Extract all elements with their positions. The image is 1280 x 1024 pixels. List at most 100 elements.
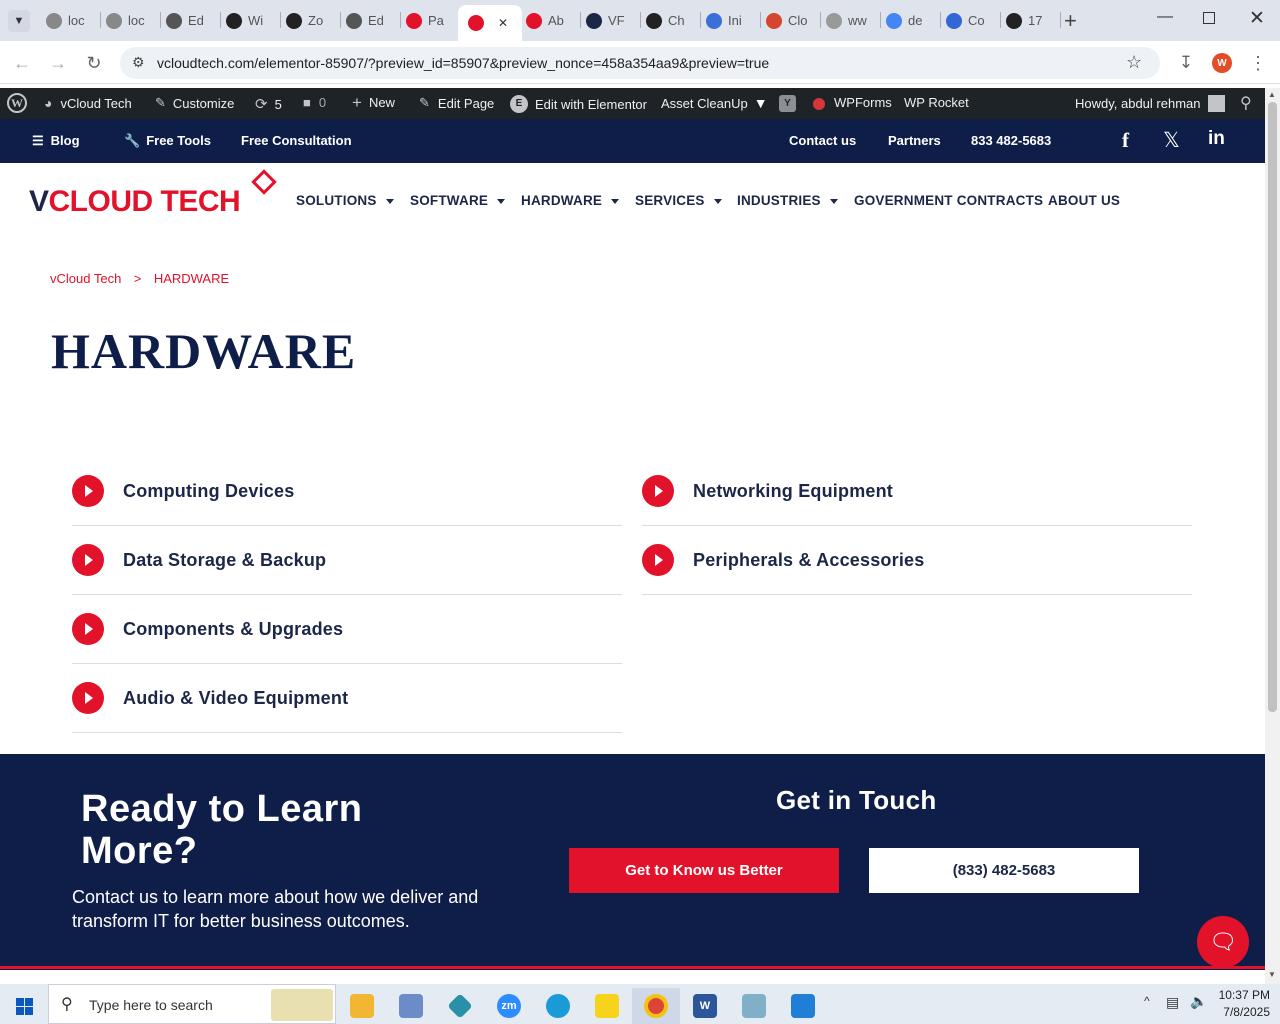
edge-icon[interactable]	[534, 988, 582, 1024]
volume-icon[interactable]: 🔈	[1190, 993, 1207, 1010]
wp-asset-cleanup-link[interactable]: Asset CleanUp ▼	[661, 95, 768, 111]
wp-account-link[interactable]: Howdy, abdul rehman	[1075, 95, 1225, 112]
category-item[interactable]: Networking Equipment	[642, 457, 1192, 526]
browser-tab[interactable]: ✕	[458, 5, 522, 41]
scroll-down-arrow-icon[interactable]: ▼	[1268, 970, 1276, 979]
more-menu-icon[interactable]: ⋮	[1244, 49, 1272, 77]
page-scrollbar[interactable]: ▲ ▼	[1265, 88, 1280, 984]
wp-new-link[interactable]: + New	[352, 93, 395, 112]
new-tab-button[interactable]: +	[1064, 8, 1077, 34]
wp-wpforms-link[interactable]: WPForms	[834, 95, 892, 110]
browser-tab[interactable]: Wi	[226, 6, 274, 35]
dashboard-icon: ◕	[44, 95, 53, 111]
browser-tab[interactable]: loc	[106, 6, 154, 35]
chat-widget-button[interactable]: 🗨	[1197, 916, 1249, 968]
scroll-up-arrow-icon[interactable]: ▲	[1268, 90, 1276, 99]
browser-tab[interactable]: Ed	[346, 6, 394, 35]
search-icon[interactable]: ⚲	[1240, 93, 1252, 113]
wp-edit-page-link[interactable]: ✎ Edit Page	[419, 95, 494, 111]
site-info-icon[interactable]: ⚙	[132, 54, 145, 71]
browser-tab[interactable]: de	[886, 6, 934, 35]
contact-us-link[interactable]: Contact us	[789, 133, 856, 148]
partners-link[interactable]: Partners	[888, 133, 941, 148]
wordpress-logo-icon[interactable]: W	[7, 93, 27, 113]
nav-about-us[interactable]: ABOUT US	[1048, 193, 1120, 208]
tray-chevron-up-icon[interactable]: ^	[1144, 994, 1150, 1008]
wp-comments-link[interactable]: ■ 0	[303, 95, 326, 110]
linkedin-icon[interactable]: in	[1208, 128, 1225, 150]
wp-edit-elementor-link[interactable]: E Edit with Elementor	[510, 95, 647, 113]
openai-icon	[226, 12, 242, 29]
vcloud-icon	[526, 12, 542, 29]
site-logo[interactable]: VCLOUD TECH	[29, 169, 279, 223]
network-icon[interactable]: ▤	[1166, 994, 1179, 1011]
url-text[interactable]: vcloudtech.com/elementor-85907/?preview_…	[157, 55, 769, 71]
browser-tab[interactable]: Clo	[766, 6, 814, 35]
word-icon[interactable]: W	[681, 988, 729, 1024]
browser-tab[interactable]: Ini	[706, 6, 754, 35]
facebook-icon[interactable]: f	[1122, 128, 1129, 153]
nav-industries[interactable]: INDUSTRIES	[737, 193, 838, 208]
sticky-notes-icon[interactable]	[583, 988, 631, 1024]
nav-hardware[interactable]: HARDWARE	[521, 193, 620, 208]
category-item[interactable]: Computing Devices	[72, 457, 622, 526]
wp-updates-link[interactable]: ⟳ 5	[255, 95, 282, 113]
bookmark-star-icon[interactable]: ☆	[1126, 52, 1142, 73]
app-icon[interactable]	[436, 988, 484, 1024]
browser-tab[interactable]: loc	[46, 6, 94, 35]
x-twitter-icon[interactable]: 𝕏	[1163, 128, 1180, 153]
windows-start-icon[interactable]	[0, 988, 48, 1024]
browser-tab[interactable]: Co	[946, 6, 994, 35]
phone-link[interactable]: 833 482-5683	[971, 133, 1051, 148]
clock[interactable]: 10:37 PM 7/8/2025	[1214, 987, 1270, 1021]
plus-icon: +	[352, 93, 362, 112]
chrome-icon[interactable]	[632, 988, 680, 1024]
browser-tab[interactable]: Ab	[526, 6, 574, 35]
tab-search-button[interactable]: ▼	[8, 10, 30, 32]
zoom-icon[interactable]: zm	[485, 988, 533, 1024]
wp-site-link[interactable]: ◕ vCloud Tech	[44, 95, 132, 111]
blog-link[interactable]: ☰ Blog	[32, 133, 80, 149]
chevron-down-icon: ▼	[13, 15, 25, 27]
back-button[interactable]: ←	[8, 49, 36, 77]
download-icon[interactable]: ↧	[1172, 49, 1200, 77]
taskbar-search-box[interactable]: ⚲ Type here to search	[48, 984, 336, 1024]
nav-solutions[interactable]: SOLUTIONS	[296, 193, 394, 208]
profile-avatar[interactable]: W	[1212, 53, 1232, 73]
nav-services[interactable]: SERVICES	[635, 193, 722, 208]
app-icon[interactable]	[730, 988, 778, 1024]
minimize-button[interactable]: —	[1157, 8, 1173, 26]
nav-government-contracts[interactable]: GOVERNMENT CONTRACTS	[854, 193, 1043, 208]
get-to-know-us-button[interactable]: Get to Know us Better	[569, 848, 839, 893]
scrollbar-thumb[interactable]	[1268, 102, 1277, 712]
omnibox[interactable]: ⚙ vcloudtech.com/elementor-85907/?previe…	[120, 47, 1160, 79]
phone-button[interactable]: (833) 482-5683	[869, 848, 1139, 893]
reload-button[interactable]: ↻	[80, 49, 108, 77]
photos-icon[interactable]	[779, 988, 827, 1024]
browser-tab[interactable]: Zo	[286, 6, 334, 35]
browser-tab[interactable]: ww	[826, 6, 874, 35]
browser-tab[interactable]: Ch	[646, 6, 694, 35]
browser-tab[interactable]: Ed	[166, 6, 214, 35]
wp-rocket-link[interactable]: WP Rocket	[904, 95, 969, 110]
free-consultation-link[interactable]: Free Consultation	[241, 133, 352, 148]
forward-button[interactable]: →	[44, 49, 72, 77]
restore-button[interactable]	[1203, 12, 1215, 24]
close-window-button[interactable]: ✕	[1249, 7, 1265, 30]
category-item[interactable]: Audio & Video Equipment	[72, 664, 622, 733]
app-icon[interactable]	[387, 988, 435, 1024]
wp-customize-link[interactable]: ✎ Customize	[155, 95, 234, 111]
wp-yoast-link[interactable]: Y	[779, 95, 825, 112]
breadcrumb-home[interactable]: vCloud Tech	[50, 271, 121, 286]
cta-heading: Ready to Learn More?	[81, 788, 363, 872]
free-tools-link[interactable]: 🔧 Free Tools	[124, 133, 211, 149]
close-tab-icon[interactable]: ✕	[498, 16, 508, 30]
browser-tab[interactable]: 17	[1006, 6, 1054, 35]
category-item[interactable]: Data Storage & Backup	[72, 526, 622, 595]
file-explorer-icon[interactable]	[338, 988, 386, 1024]
nav-software[interactable]: SOFTWARE	[410, 193, 506, 208]
browser-tab[interactable]: Pa	[406, 6, 454, 35]
category-item[interactable]: Peripherals & Accessories	[642, 526, 1192, 595]
browser-tab[interactable]: VF	[586, 6, 634, 35]
category-item[interactable]: Components & Upgrades	[72, 595, 622, 664]
